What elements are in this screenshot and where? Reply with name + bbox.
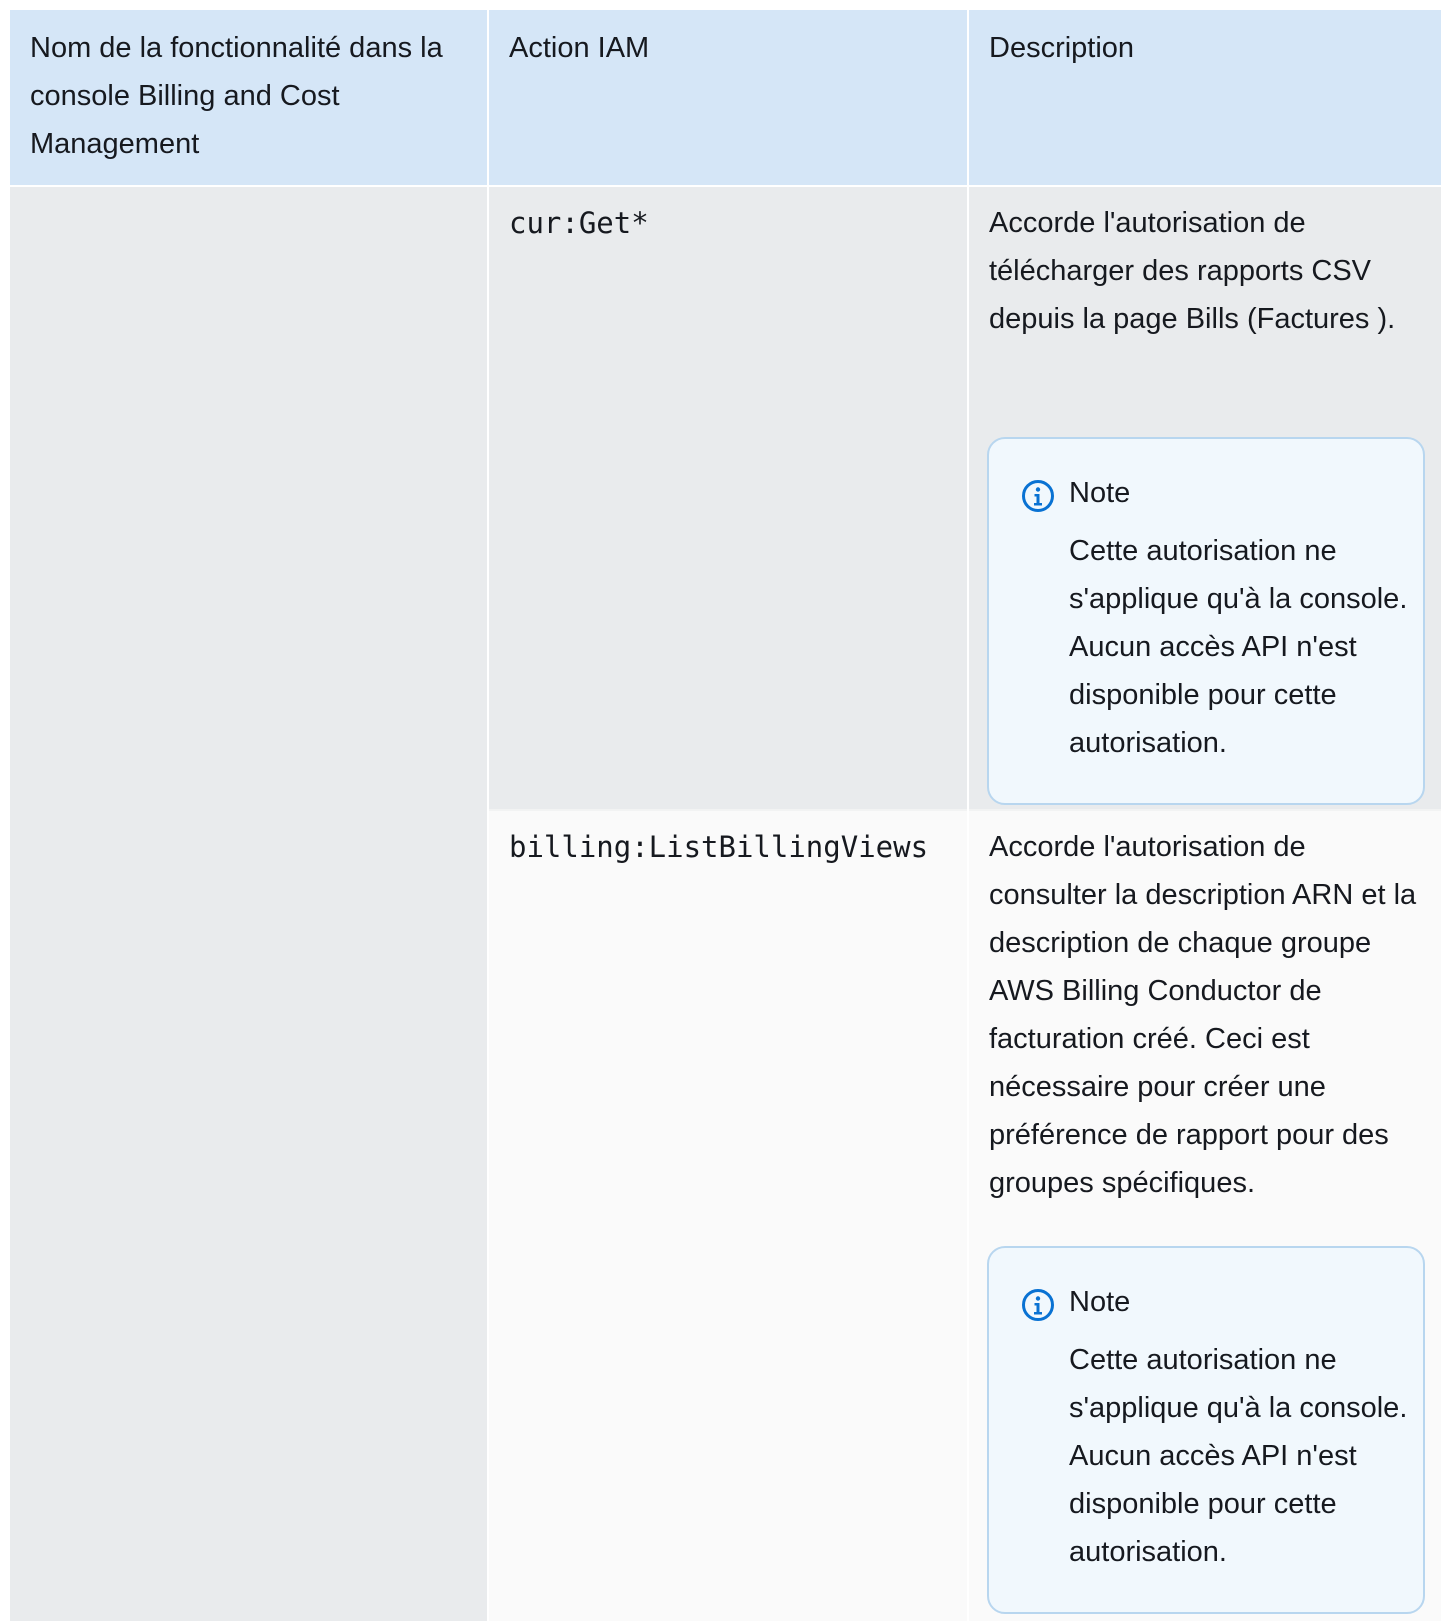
iam-action-code: billing:ListBillingViews xyxy=(509,830,929,864)
table-row-1-action-cell: cur:Get* xyxy=(489,187,967,809)
description-text: Accorde l'autorisation de télécharger de… xyxy=(989,207,1396,335)
table-row-2-action-cell: billing:ListBillingViews xyxy=(489,811,967,1621)
feature-name-cell xyxy=(10,187,487,1621)
note-title: Note xyxy=(1069,1286,1131,1318)
note-body: Cette autorisation ne s'applique qu'à la… xyxy=(1069,535,1408,759)
header-description: Description xyxy=(989,32,1135,64)
note-box: Note Cette autorisation ne s'applique qu… xyxy=(987,437,1425,805)
info-circle-icon xyxy=(1022,480,1054,512)
info-circle-icon xyxy=(1022,1289,1054,1321)
description-text: Accorde l'autorisation de consulter la d… xyxy=(989,831,1417,1199)
header-feature-name: Nom de la fonctionnalité dans la console… xyxy=(30,32,443,160)
note-box: Note Cette autorisation ne s'applique qu… xyxy=(987,1246,1425,1614)
table-row-2-description-cell: Accorde l'autorisation de consulter la d… xyxy=(969,811,1441,1621)
iam-action-code: cur:Get* xyxy=(509,206,649,240)
header-iam-action: Action IAM xyxy=(509,32,650,64)
permissions-table: Nom de la fonctionnalité dans la console… xyxy=(10,10,1441,1621)
table-row-1-description-cell: Accorde l'autorisation de télécharger de… xyxy=(969,187,1441,809)
column-divider xyxy=(487,10,489,1621)
table-header: Nom de la fonctionnalité dans la console… xyxy=(10,10,1441,187)
note-body: Cette autorisation ne s'applique qu'à la… xyxy=(1069,1344,1408,1568)
note-title: Note xyxy=(1069,477,1131,509)
column-divider xyxy=(967,10,969,1621)
